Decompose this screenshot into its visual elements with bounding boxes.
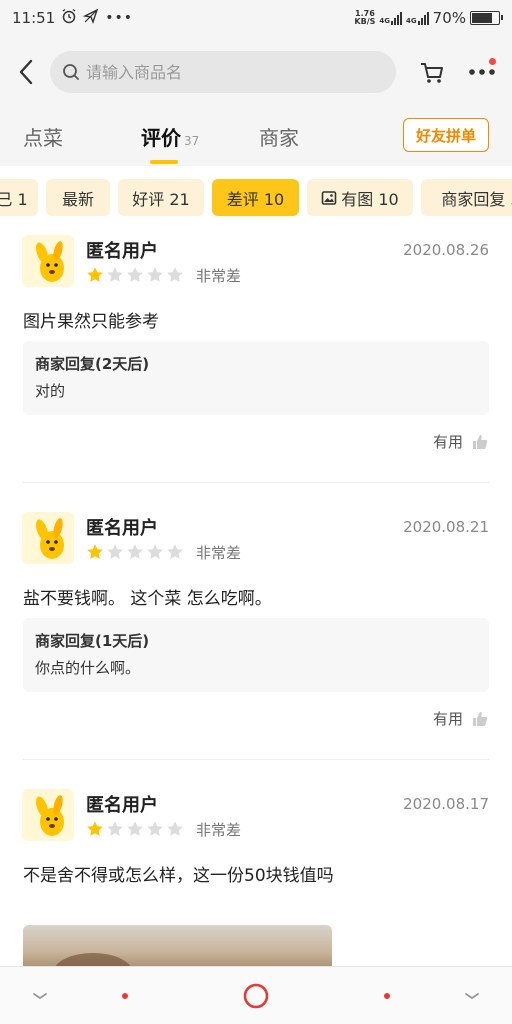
useful-button[interactable]: 有用 [433,708,489,729]
thumbs-up-icon [473,434,488,449]
star-empty-icon [147,821,163,836]
nav-dot-button[interactable] [100,967,150,1024]
filter-chip[interactable]: 已 1 [0,179,38,216]
group-order-button[interactable]: 好友拼单 [403,118,489,152]
review-text: 不是舍不得或怎么样，这一份50块钱值吗 [23,866,334,886]
nav-collapse-button[interactable] [15,967,65,1024]
divider [23,482,489,483]
battery-percent: 70% [432,9,466,27]
username: 匿名用户 [86,795,158,816]
rating-label: 非常差 [196,544,242,562]
more-icon [469,69,495,75]
star-empty-icon [167,267,183,282]
username: 匿名用户 [86,241,158,262]
dot-icon [384,993,390,999]
thumbs-up-icon [473,711,488,726]
dot-icon [122,993,128,999]
review-text: 图片果然只能参考 [23,312,159,332]
back-button[interactable] [4,50,48,94]
nav-collapse-button[interactable] [447,967,497,1024]
battery-icon [470,11,503,25]
avatar [22,789,74,841]
search-icon [63,64,79,80]
star-rating [86,820,184,838]
reply-body: 你点的什么啊。 [35,659,141,677]
chevron-left-icon [19,59,33,85]
image-icon [321,190,337,205]
signal-icon: 4G [406,11,429,25]
rating-label: 非常差 [196,821,242,839]
star-filled-icon [87,544,103,559]
search-input[interactable] [86,62,366,82]
tab-bar: 点菜 评价 37 商家 好友拼单 [0,108,512,166]
star-empty-icon [107,267,123,282]
star-empty-icon [127,267,143,282]
star-empty-icon [147,544,163,559]
tab-reviews[interactable]: 评价 37 [141,122,199,151]
chevron-down-icon [465,993,479,1000]
star-filled-icon [87,821,103,836]
star-empty-icon [127,821,143,836]
nav-dot-button[interactable] [362,967,412,1024]
tab-order[interactable]: 点菜 [23,122,63,151]
divider [23,759,489,760]
filter-chip-negative[interactable]: 差评 10 [212,179,299,216]
active-tab-indicator [150,160,178,164]
review-filters: 已 1 最新 好评 21 差评 10 有图 10 商家回复 3 [0,166,512,230]
review-text: 盐不要钱啊。 这个菜 怎么吃啊。 [23,589,272,609]
alarm-icon [61,8,77,28]
username: 匿名用户 [86,518,158,539]
review-item: 匿名用户 2020.08.21 非常差 盐不要钱啊。 这个菜 怎么吃啊。 商家回… [0,512,512,760]
star-filled-icon [87,267,103,282]
merchant-reply: 商家回复(2天后) 对的 [23,341,489,415]
search-bar[interactable] [50,51,396,93]
nav-home-button[interactable] [231,967,281,1024]
filter-chip-latest[interactable]: 最新 [46,179,110,216]
more-button[interactable] [460,50,504,94]
header-bar [0,36,512,108]
review-count: 37 [184,134,200,148]
review-date: 2020.08.17 [403,795,489,813]
circle-icon [243,983,269,1009]
filter-chip-with-image[interactable]: 有图 10 [307,179,413,216]
review-date: 2020.08.21 [403,518,489,536]
filter-chip-positive[interactable]: 好评 21 [118,179,204,216]
star-empty-icon [167,821,183,836]
reply-header: 商家回复(2天后) [35,355,150,373]
reply-body: 对的 [35,382,66,400]
net-speed: 1.76 KB/S [354,9,376,26]
status-bar: 11:51 ••• 1.76 KB/S 4G 4G 70% [0,0,512,36]
review-date: 2020.08.26 [403,241,489,259]
useful-button[interactable]: 有用 [433,431,489,452]
star-rating [86,266,184,284]
chevron-down-icon [33,993,47,1000]
system-nav-bar [0,966,512,1024]
avatar [22,235,74,287]
star-empty-icon [107,544,123,559]
merchant-reply: 商家回复(1天后) 你点的什么啊。 [23,618,489,692]
reply-header: 商家回复(1天后) [35,632,150,650]
tab-merchant[interactable]: 商家 [259,122,299,151]
notification-dot [489,58,496,65]
send-icon [82,8,99,28]
filter-chip-merchant-reply[interactable]: 商家回复 3 [421,179,512,216]
cart-button[interactable] [412,50,452,94]
star-empty-icon [167,544,183,559]
star-empty-icon [107,821,123,836]
cart-icon [421,63,443,83]
star-empty-icon [147,267,163,282]
avatar [22,512,74,564]
signal-icon: 4G [379,11,403,25]
star-rating [86,543,184,561]
star-empty-icon [127,544,143,559]
status-time: 11:51 [12,9,56,27]
rating-label: 非常差 [196,267,242,285]
more-notifications-icon: ••• [105,10,134,26]
review-item: 匿名用户 2020.08.26 非常差 图片果然只能参考 商家回复(2天后) 对… [0,235,512,483]
